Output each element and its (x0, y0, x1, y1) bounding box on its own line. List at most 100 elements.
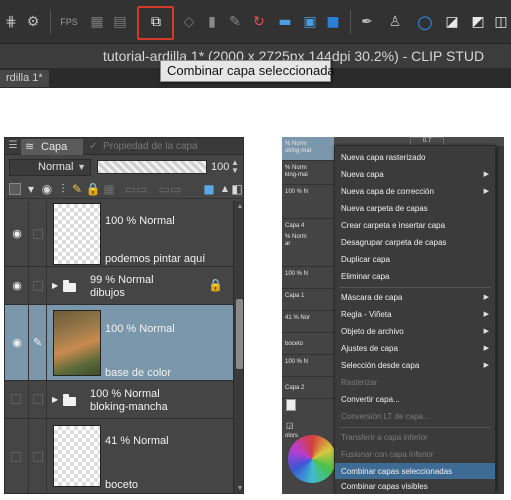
menu-item-mascara[interactable]: Máscara de capa ▶ (335, 289, 495, 306)
fill-icon[interactable]: ▣ (299, 12, 321, 32)
layer-color-swatch-icon[interactable]: ■ (201, 181, 217, 197)
layer-blend-label: 100 % Normal (90, 388, 160, 400)
scrollbar-thumb[interactable] (236, 299, 243, 369)
edit-target-box[interactable] (33, 281, 43, 291)
menu-item-nueva-capa-correccion[interactable]: Nueva capa de corrección ▶ (335, 183, 495, 200)
menu-item-regla-vineta[interactable]: Regla - Viñeta ▶ (335, 306, 495, 323)
tab-layer-properties[interactable]: ✓ Propiedad de la capa (85, 139, 203, 155)
circle-icon[interactable]: ○ (414, 12, 436, 33)
edit-target-box[interactable] (33, 229, 43, 239)
page-icon[interactable] (286, 399, 296, 411)
color-swatch-icon[interactable]: ▬ (274, 12, 296, 32)
transform-icon[interactable]: ◩ (468, 12, 488, 32)
menu-item-nueva-carpeta[interactable]: Nueva carpeta de capas (335, 200, 495, 217)
hidden-eye-box[interactable] (11, 452, 21, 462)
layer-folder-row[interactable]: ▶ 100 % Normal bloking-mancha (5, 381, 233, 419)
edit-target-cell[interactable] (29, 381, 47, 418)
eye-icon[interactable]: ◉ (11, 280, 23, 292)
layer-list[interactable]: ◉ 100 % Normal podemos pintar aquí ◉ ▶ 9… (5, 201, 233, 493)
pen-tool-icon[interactable]: ✒ (356, 12, 378, 32)
tab-layer[interactable]: ≋ Capa (21, 139, 83, 155)
menu-item-nueva-capa-rasterizado[interactable]: Nueva capa rasterizado (335, 149, 495, 166)
color-wheel[interactable] (288, 435, 336, 483)
edit-target-box[interactable] (33, 452, 43, 462)
menu-item-combinar-visibles[interactable]: Combinar capas visibles (334, 479, 496, 494)
scroll-up-icon[interactable]: ▲ (235, 203, 243, 210)
ruler-link-icon[interactable]: ▭▭ (155, 181, 185, 197)
layer-strip-row[interactable]: 100 % N (282, 267, 334, 289)
menu-item-duplicar[interactable]: Duplicar capa (335, 251, 495, 268)
grid-icon[interactable]: ⚙ (22, 12, 44, 32)
layer-strip-row[interactable]: Capa 4 % Norm ar (282, 219, 334, 267)
layer-strip-row[interactable]: Capa 1 (282, 289, 334, 311)
mask-icon[interactable]: ▭▭ (121, 181, 151, 197)
layer-strip-row[interactable]: 100 % N (282, 355, 334, 377)
layer-color-icon[interactable] (9, 183, 21, 195)
expand-arrow-icon[interactable]: ▶ (52, 395, 58, 404)
layer-row-selected[interactable]: ◉ ✎ 100 % Normal base de color (5, 305, 233, 381)
visibility-cell[interactable]: ◉ (5, 267, 29, 304)
visibility-cell[interactable] (5, 381, 29, 418)
layer-strip-row[interactable]: 100 % N (282, 185, 334, 219)
layer-strip-row[interactable]: 41 % Nor (282, 311, 334, 333)
pen-icon[interactable]: ✎ (33, 336, 42, 349)
eye-icon[interactable]: ◉ (11, 337, 23, 349)
edit-target-cell[interactable] (29, 267, 47, 304)
layer-color-blue-icon[interactable]: ◧ (229, 181, 243, 197)
chevron-down-icon: ▼ (77, 162, 86, 172)
crop-icon[interactable]: ◪ (442, 12, 462, 32)
layer-tools-row: ▾ ◉ ⫶ ✎ 🔒 ▦ ▭▭ ▭▭ ■ ▲ ◧ (5, 179, 243, 199)
rotate-icon[interactable]: ↻ (248, 12, 270, 32)
eye-icon[interactable]: ◉ (11, 228, 23, 240)
layer-name: bloking-mancha (90, 401, 168, 413)
opacity-stepper[interactable]: ▲ ▼ (231, 159, 239, 175)
menu-item-desagrupar[interactable]: Desagrupar carpeta de capas (335, 234, 495, 251)
visibility-cell[interactable] (5, 419, 29, 493)
layer-strip-row[interactable]: Capa 2 (282, 377, 334, 399)
grid-toggle-icon[interactable]: ▦ (86, 12, 108, 32)
new-layer-icon[interactable]: ◲ (286, 421, 300, 431)
ruler-icon[interactable]: ▤ (112, 12, 128, 32)
menu-item-ajustes-capa[interactable]: Ajustes de capa ▶ (335, 340, 495, 357)
menu-item-nueva-capa[interactable]: Nueva capa ▶ (335, 166, 495, 183)
menu-item-convertir-capa[interactable]: Convertir capa... (335, 391, 495, 408)
panel-menu-icon[interactable]: ☰ (7, 139, 19, 153)
blend-mode-select[interactable]: Normal ▼ (9, 159, 91, 176)
edit-target-cell[interactable] (29, 201, 47, 266)
lasso-icon[interactable]: ◇ (180, 12, 198, 32)
layer-strip-row[interactable]: % Norm oking-mar (282, 137, 334, 161)
clipping-icon[interactable]: ▾ (23, 181, 39, 197)
color-square-icon[interactable]: ■ (324, 12, 342, 32)
hidden-eye-box[interactable] (11, 394, 21, 404)
document-tab[interactable]: rdilla 1* (0, 70, 49, 87)
edit-target-cell[interactable] (29, 419, 47, 493)
toolbar-overflow-icon[interactable]: ◫ (494, 12, 508, 32)
menu-item-objeto-archivo[interactable]: Objeto de archivo ▶ (335, 323, 495, 340)
menu-item-seleccion-desde-capa[interactable]: Selección desde capa ▶ (335, 357, 495, 374)
trash-icon[interactable]: ▮ (203, 12, 221, 32)
pen-icon[interactable]: ✎ (226, 12, 244, 32)
layer-strip-row[interactable]: % Norm king-mai (282, 161, 334, 185)
brush-icon[interactable]: ♙ (385, 12, 405, 32)
draft-icon[interactable]: ✎ (69, 181, 85, 197)
menu-item-combinar-seleccionadas[interactable]: Combinar capas seleccionadas (335, 463, 495, 480)
opacity-slider[interactable] (97, 160, 207, 174)
layer-strip-row[interactable]: boceto (282, 333, 334, 355)
expand-arrow-icon[interactable]: ▶ (52, 281, 58, 290)
layer-row[interactable]: 41 % Normal boceto (5, 419, 233, 493)
edit-target-box[interactable] (33, 394, 43, 404)
visibility-cell[interactable]: ◉ (5, 305, 29, 380)
lock-icon[interactable]: 🔒 (208, 278, 223, 292)
layer-settings-icon[interactable]: ⋕ (4, 12, 18, 32)
lock-icon[interactable]: 🔒 (85, 181, 101, 197)
visibility-cell[interactable]: ◉ (5, 201, 29, 266)
scroll-down-icon[interactable]: ▼ (235, 485, 243, 492)
edit-target-cell[interactable]: ✎ (29, 305, 47, 380)
menu-item-crear-carpeta[interactable]: Crear carpeta e insertar capa (335, 217, 495, 234)
opacity-icon[interactable]: ◉ (39, 181, 55, 197)
menu-item-eliminar[interactable]: Eliminar capa (335, 268, 495, 285)
layer-row[interactable]: ◉ 100 % Normal podemos pintar aquí (5, 201, 233, 267)
layer-list-scrollbar[interactable]: ▲ ▼ (233, 201, 243, 493)
layer-folder-row[interactable]: ◉ ▶ 99 % Normal dibujos 🔒 (5, 267, 233, 305)
lock-transparency-icon[interactable]: ▦ (101, 181, 117, 197)
